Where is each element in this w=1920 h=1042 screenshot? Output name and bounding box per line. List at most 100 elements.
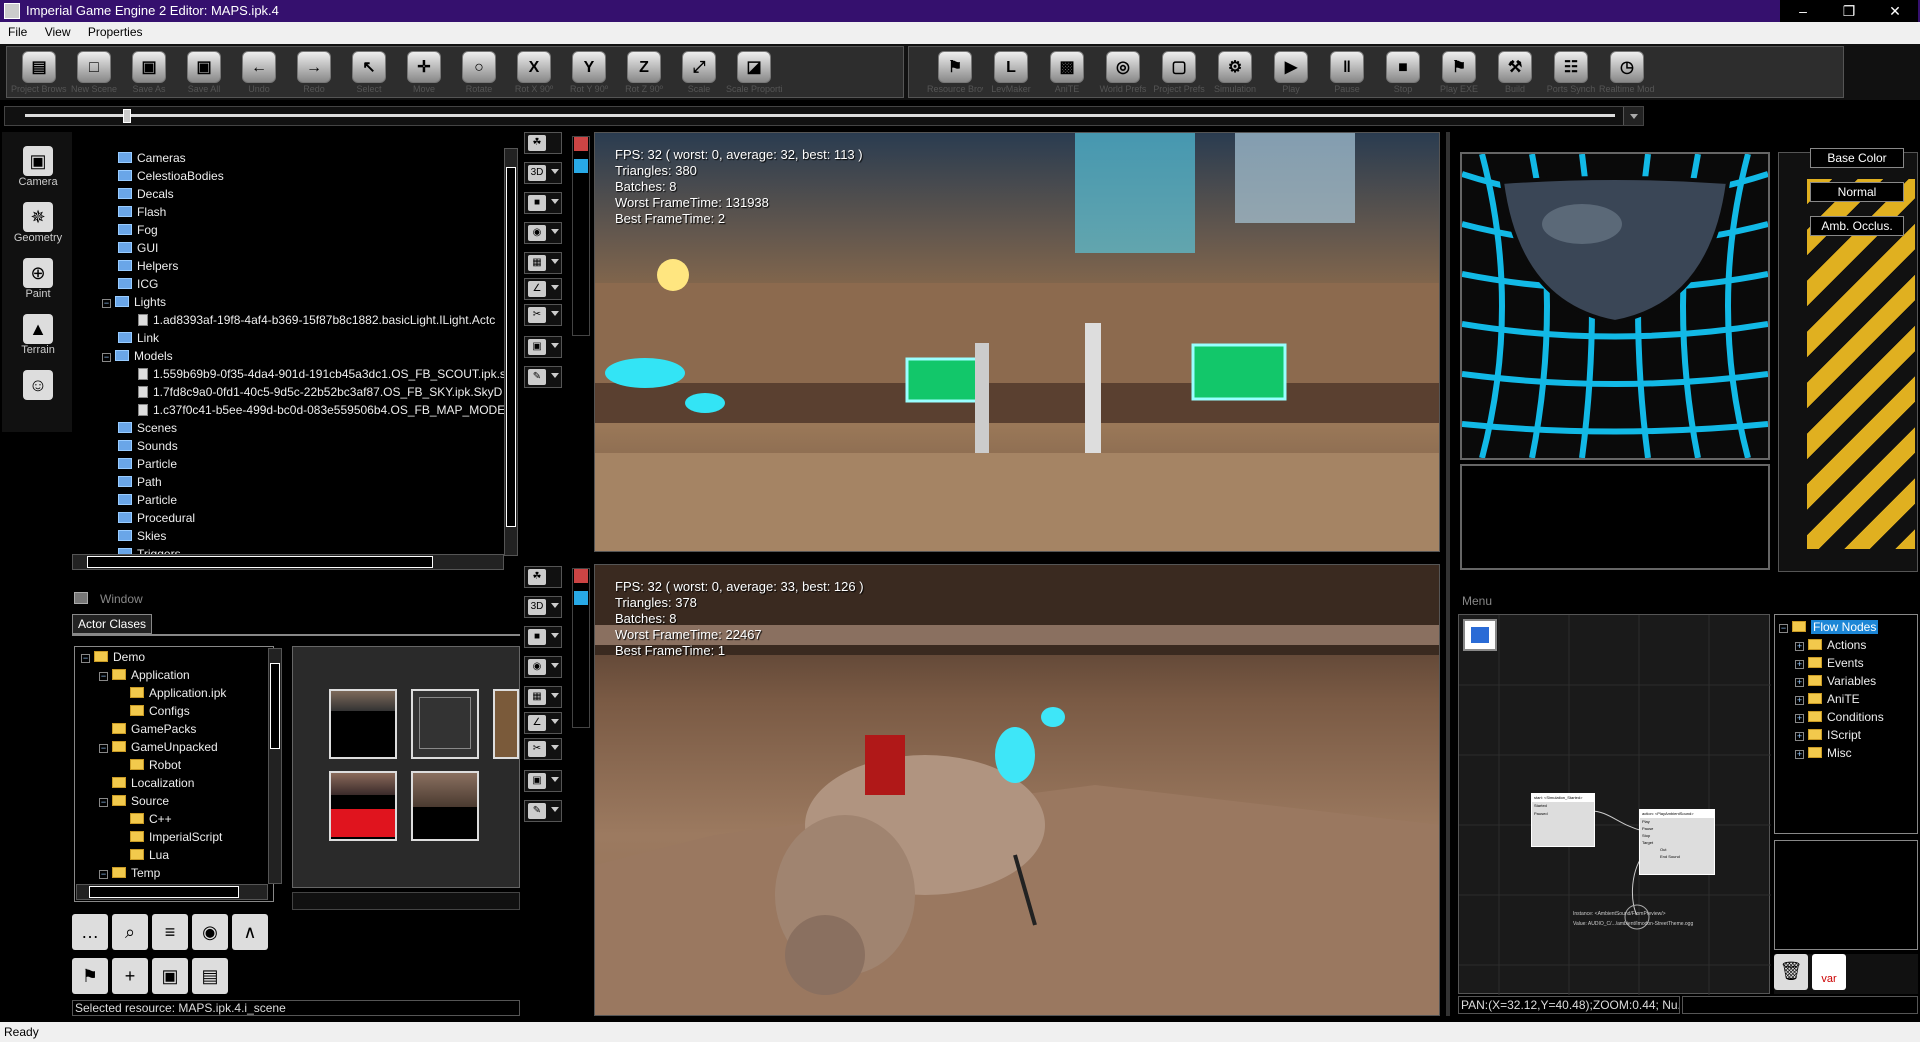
eye-dropdown[interactable]: ◉ — [524, 656, 562, 678]
tree-folder[interactable]: Cameras — [118, 150, 186, 167]
node-port[interactable]: End Sound — [1640, 853, 1714, 860]
collapse-icon[interactable]: − — [99, 744, 108, 753]
vertical-splitter[interactable] — [1446, 132, 1450, 1016]
thumbnail-item[interactable] — [411, 771, 479, 841]
3d-view-dropdown[interactable]: 3D — [524, 162, 562, 184]
tree-item[interactable]: 1.c37f0c41-b5ee-499d-bc0d-083e559506b4.O… — [138, 402, 505, 419]
grid-dropdown[interactable]: ▦ — [524, 686, 562, 708]
flow-nodes-root[interactable]: − Flow Nodes — [1779, 619, 1879, 636]
flow-node-category[interactable]: + Variables — [1795, 673, 1876, 690]
levmaker-button[interactable]: L LevMaker — [983, 49, 1039, 97]
trash-icon[interactable]: 🗑 — [1774, 954, 1808, 990]
node-port[interactable]: Paused — [1532, 810, 1594, 818]
tree-folder[interactable]: GUI — [118, 240, 158, 257]
snap-dropdown[interactable]: ∠ — [524, 712, 562, 734]
undo-button[interactable]: ← Undo — [231, 49, 287, 97]
shading-dropdown[interactable]: ■ — [524, 192, 562, 214]
variable-icon[interactable]: var — [1812, 954, 1846, 990]
project-browser-button[interactable]: ▤Project Browser — [11, 49, 67, 97]
tree-folder[interactable]: Particle — [118, 492, 177, 509]
close-button[interactable]: ✕ — [1872, 0, 1918, 22]
tree-folder[interactable]: Scenes — [118, 420, 177, 437]
thumbnail-item[interactable] — [329, 689, 397, 759]
leaf-dropdown[interactable]: ☘ — [524, 132, 562, 154]
scrollbar-thumb[interactable] — [89, 886, 239, 898]
rot-z-90-button[interactable]: Z Rot Z 90º — [616, 49, 672, 97]
tree-folder[interactable]: CelestioaBodies — [118, 168, 224, 185]
node-port[interactable]: Started — [1532, 802, 1594, 810]
amb-occlus-button[interactable]: Amb. Occlus. — [1810, 216, 1904, 236]
viewport-top[interactable]: FPS: 32 ( worst: 0, average: 32, best: 1… — [594, 132, 1440, 552]
actor-tree-item[interactable]: GamePacks — [99, 721, 196, 738]
resource-browser-button[interactable]: ⚑Resource Browser — [927, 49, 983, 97]
record-icon[interactable] — [574, 137, 588, 151]
build-button[interactable]: ⚒ Build — [1487, 49, 1543, 97]
select-button[interactable]: ↖ Select — [341, 49, 397, 97]
window-layout-icon[interactable]: ▤ — [192, 958, 228, 994]
tree-folder[interactable]: Fog — [118, 222, 158, 239]
tree-item[interactable]: 1.559b69b9-0f35-4da4-901d-191cb45a3dc1.O… — [138, 366, 506, 383]
tree-folder[interactable]: ICG — [118, 276, 158, 293]
frame-icon[interactable]: ▣ — [152, 958, 188, 994]
anite-button[interactable]: ▩ AniTE — [1039, 49, 1095, 97]
3d-view-dropdown[interactable]: 3D — [524, 596, 562, 618]
gizmo-dropdown[interactable]: ✂ — [524, 304, 562, 326]
scrollbar-thumb[interactable] — [506, 167, 516, 527]
gizmo-dropdown[interactable]: ✂ — [524, 738, 562, 760]
world-prefs-button[interactable]: ◎ World Prefs — [1095, 49, 1151, 97]
scale-button[interactable]: ⤢ Scale — [671, 49, 727, 97]
tree-item[interactable]: 1.7fd8c9a0-0fd1-40c5-9d5c-22b52bc3af87.O… — [138, 384, 502, 401]
chat-bubble-icon[interactable]: … — [72, 914, 108, 950]
terrain-tool-button[interactable]: ▲ Terrain — [10, 314, 66, 356]
thumbnail-item[interactable] — [329, 771, 397, 841]
slider-thumb[interactable] — [123, 109, 131, 123]
actor-tree-item[interactable]: Application.ipk — [117, 685, 226, 702]
redo-button[interactable]: → Redo — [286, 49, 342, 97]
expand-icon[interactable]: + — [1795, 678, 1804, 687]
expand-icon[interactable]: + — [1795, 696, 1804, 705]
collapse-icon[interactable]: − — [99, 672, 108, 681]
tree-folder[interactable]: Procedural — [118, 510, 195, 527]
tree-folder[interactable]: Path — [118, 474, 162, 491]
camera-speed-dropdown[interactable]: ▣ — [524, 770, 562, 792]
play-arrow-icon[interactable] — [574, 591, 588, 605]
snap-dropdown[interactable]: ∠ — [524, 278, 562, 300]
actor-tree-item[interactable]: − Temp — [99, 865, 160, 882]
rotate-button[interactable]: ○ Rotate — [451, 49, 507, 97]
magnifier-icon[interactable]: ⌕ — [112, 914, 148, 950]
actor-tree-item[interactable]: − Source — [99, 793, 169, 810]
geometry-tool-button[interactable]: ✵ Geometry — [10, 202, 66, 244]
eagle-icon[interactable]: ⚑ — [72, 958, 108, 994]
collapse-icon[interactable]: − — [102, 299, 111, 308]
camera-speed-dropdown[interactable]: ▣ — [524, 336, 562, 358]
menu-file[interactable]: File — [0, 22, 33, 39]
tab-actor-clases[interactable]: Actor Clases — [72, 614, 152, 634]
normal-button[interactable]: Normal — [1810, 182, 1904, 202]
realtime-mode-button[interactable]: ◷ Realtime Mode — [1599, 49, 1655, 97]
actor-tree-item[interactable]: − Demo — [81, 649, 145, 666]
scrollbar-thumb[interactable] — [87, 556, 433, 568]
thumbnail-item[interactable] — [493, 689, 519, 759]
thumbnail-item[interactable] — [411, 689, 479, 759]
leaf-dropdown[interactable]: ☘ — [524, 566, 562, 588]
rot-y-90-button[interactable]: Y Rot Y 90º — [561, 49, 617, 97]
flow-node-category[interactable]: + AniTE — [1795, 691, 1860, 708]
flow-node-action[interactable]: action: <PlayAmbientSound> Play Pause St… — [1639, 809, 1715, 875]
expand-icon[interactable]: + — [1795, 660, 1804, 669]
flow-node-start[interactable]: start: <Simulation_Started> Started Paus… — [1531, 793, 1595, 847]
actor-tree-item[interactable]: − GameUnpacked — [99, 739, 218, 756]
scene-tree-hscroll[interactable] — [72, 554, 504, 570]
tree-folder[interactable]: − Lights — [102, 294, 166, 311]
flow-node-graph[interactable]: start: <Simulation_Started> Started Paus… — [1458, 614, 1771, 995]
brush-dropdown[interactable]: ✎ — [524, 800, 562, 822]
collapse-icon[interactable]: − — [81, 654, 90, 663]
scrollbar-thumb[interactable] — [270, 663, 280, 749]
flow-node-category[interactable]: + Conditions — [1795, 709, 1884, 726]
tree-folder[interactable]: Helpers — [118, 258, 178, 275]
collapse-icon[interactable]: − — [99, 798, 108, 807]
project-prefs-button[interactable]: ▢ Project Prefs — [1151, 49, 1207, 97]
flow-node-category[interactable]: + Misc — [1795, 745, 1852, 762]
base-color-button[interactable]: Base Color — [1810, 148, 1904, 168]
actor-tree-item[interactable]: ImperialScript — [117, 829, 222, 846]
expand-icon[interactable]: + — [1795, 732, 1804, 741]
